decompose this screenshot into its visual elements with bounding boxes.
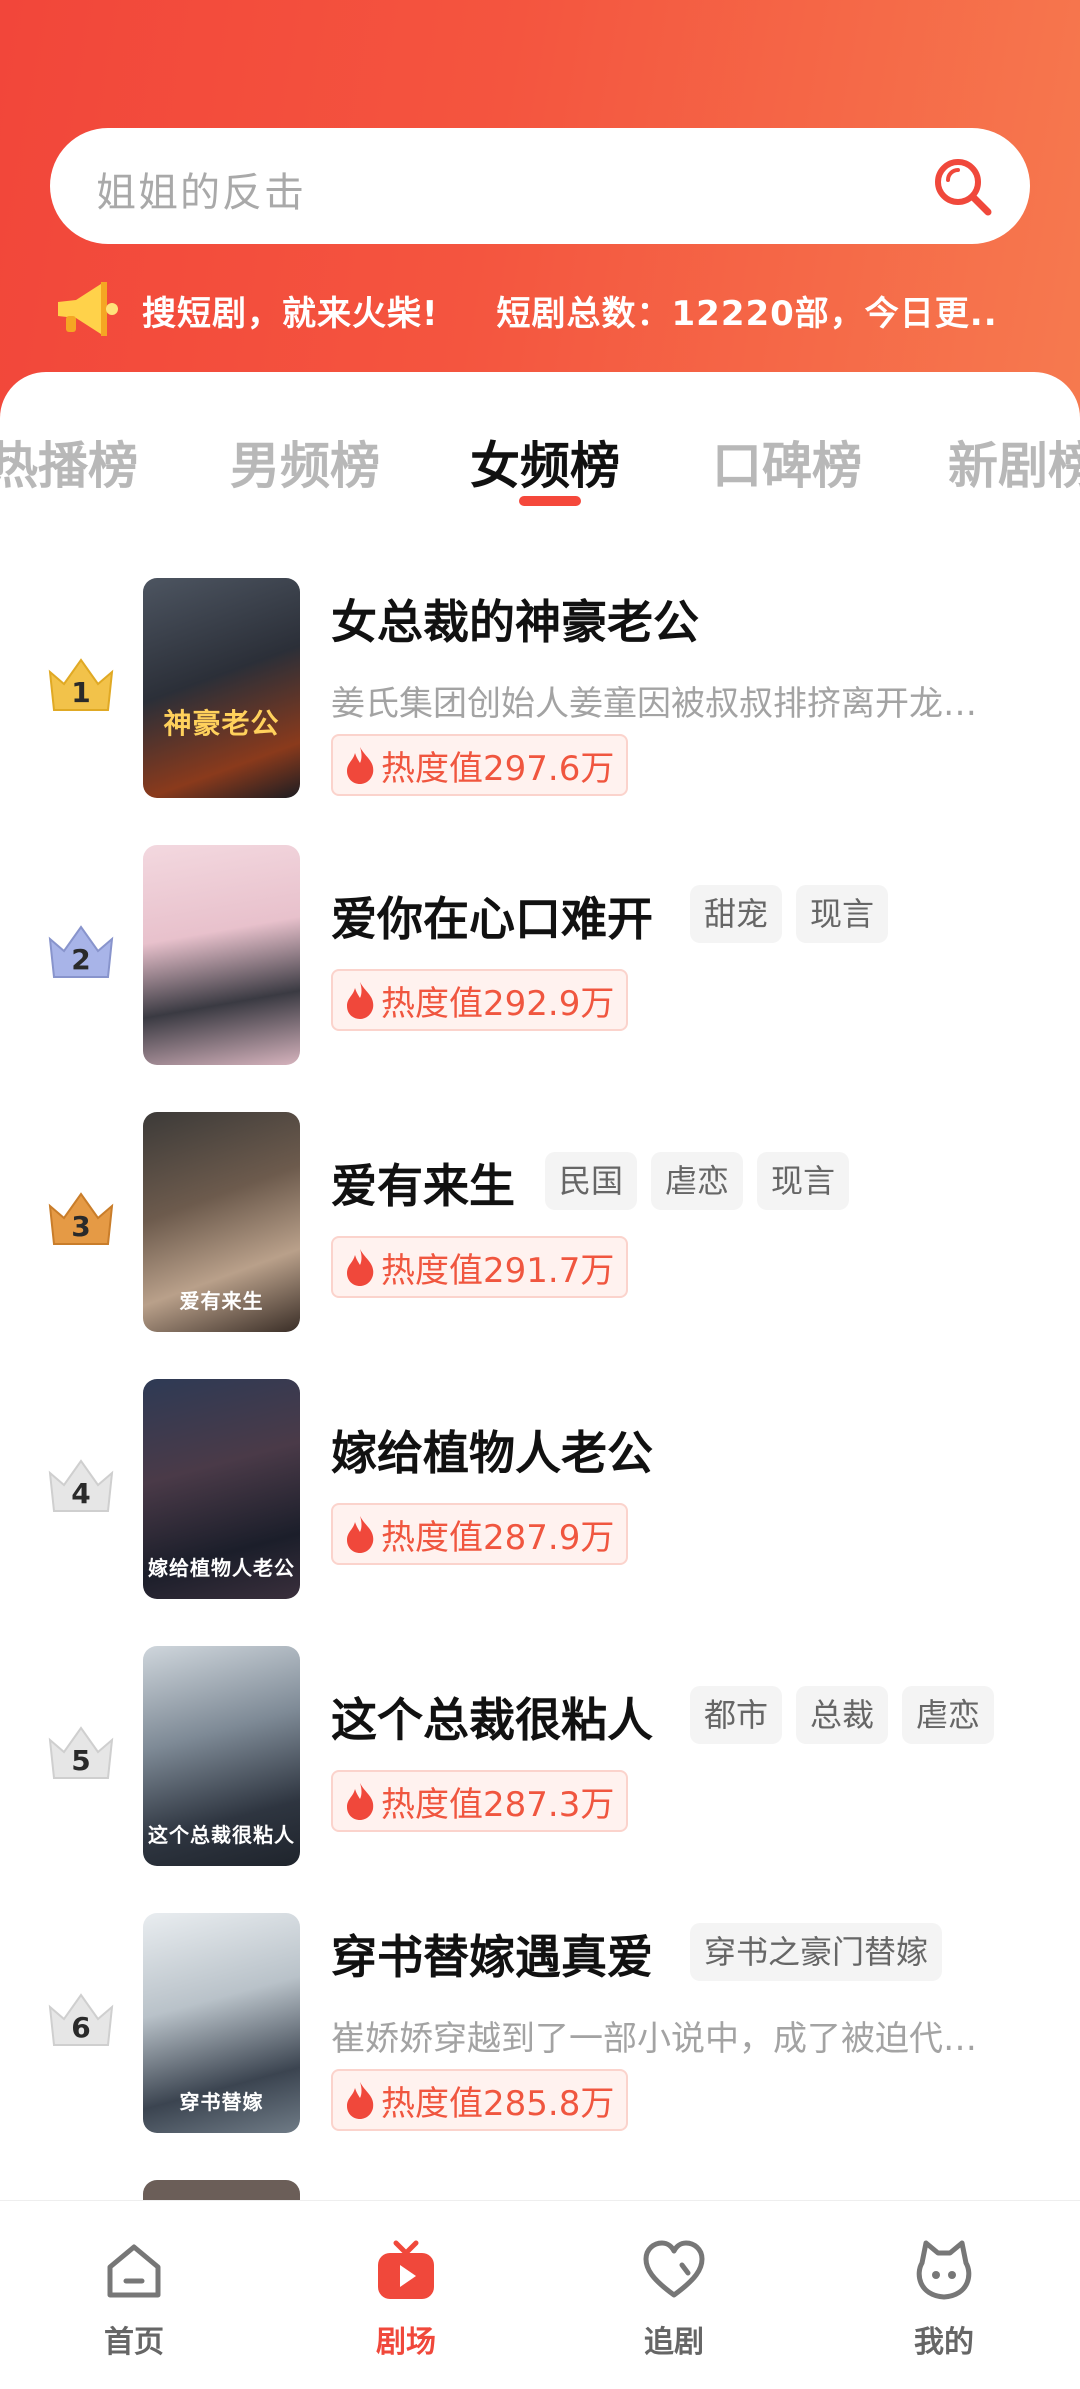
cover-title: 穿书替嫁 (179, 2090, 264, 2114)
heat-badge: 热度值291.7万 (331, 1236, 629, 1298)
tag-list: 民国 虐恋 现言 (545, 1152, 850, 1210)
tag: 总裁 (796, 1686, 889, 1744)
fire-icon (347, 1783, 374, 1820)
drama-title[interactable]: 女总裁的神豪老公 (331, 586, 699, 652)
list-item[interactable]: 1 神豪老公 女总裁的神豪老公 姜氏集团创始人姜童因被叔叔排挤离开龙… 热度值2… (0, 578, 1080, 798)
tab-reputation[interactable]: 口碑榜 (712, 426, 862, 498)
megaphone-icon (58, 282, 118, 336)
heat-value: 热度值287.3万 (381, 1784, 615, 1825)
cover-image[interactable]: 穿书替嫁 (143, 1913, 300, 2133)
tab-male[interactable]: 男频榜 (230, 426, 380, 498)
cover-title: 这个总裁很粘人 (148, 1823, 295, 1847)
cover-image[interactable]: 爱有来生 (143, 1112, 300, 1332)
cover-title: 神豪老公 (163, 707, 280, 740)
cover-image[interactable]: 神豪老公 (143, 578, 300, 798)
fire-icon (347, 1516, 374, 1553)
nav-mine-label: 我的 (914, 2325, 974, 2360)
heat-badge: 热度值297.6万 (331, 734, 629, 796)
fire-icon (347, 747, 374, 784)
rank-badge: 2 (40, 919, 122, 983)
rank-badge: 4 (40, 1453, 122, 1517)
drama-title[interactable]: 嫁给植物人老公 (331, 1417, 653, 1483)
heat-value: 热度值292.9万 (381, 983, 615, 1024)
heat-badge: 热度值292.9万 (331, 969, 629, 1031)
notice-bar: 搜短剧，就来火柴! 短剧总数：12220部，今日更.. (50, 272, 1050, 346)
fire-icon (347, 982, 374, 1019)
drama-title[interactable]: 这个总裁很粘人 (331, 1684, 653, 1750)
cover-title: 嫁给植物人老公 (148, 1556, 295, 1580)
list-item[interactable]: 2 爱你在心口难开 甜宠 现言 热度值292.9万 (0, 845, 1080, 1065)
rank-number: 3 (71, 1210, 91, 1243)
cover-image[interactable]: 这个总裁很粘人 (143, 1646, 300, 1866)
list-item[interactable]: 3 爱有来生 爱有来生 民国 虐恋 现言 热度值291.7万 (0, 1112, 1080, 1332)
notice-text: 搜短剧，就来火柴! 短剧总数：12220部，今日更.. (142, 286, 998, 335)
rank-number: 6 (71, 2011, 91, 2044)
search-placeholder: 姐姐的反击 (96, 170, 306, 216)
tv-play-icon (378, 2240, 434, 2299)
nav-theater[interactable]: 剧场 (336, 2239, 476, 2361)
rank-badge: 6 (40, 1987, 122, 2051)
list-item[interactable]: 4 嫁给植物人老公 嫁给植物人老公 热度值287.9万 (0, 1379, 1080, 1599)
cover-title: 爱有来生 (179, 1289, 264, 1313)
drama-description: 崔娇娇穿越到了一部小说中，成了被迫代… (331, 2019, 977, 2059)
list-item[interactable]: 6 穿书替嫁 穿书替嫁遇真爱 穿书之豪门替嫁 崔娇娇穿越到了一部小说中，成了被迫… (0, 1913, 1080, 2133)
cover-image[interactable]: 嫁给植物人老公 (143, 1379, 300, 1599)
nav-mine[interactable]: 我的 (874, 2239, 1014, 2361)
active-tab-indicator (519, 496, 581, 506)
list-item[interactable]: 5 这个总裁很粘人 这个总裁很粘人 都市 总裁 虐恋 热度值287.3万 (0, 1646, 1080, 1866)
heat-value: 热度值291.7万 (381, 1250, 615, 1291)
drama-title[interactable]: 爱有来生 (331, 1150, 515, 1216)
tag: 现言 (757, 1152, 850, 1210)
rank-badge: 1 (40, 652, 122, 716)
drama-description: 姜氏集团创始人姜童因被叔叔排挤离开龙… (331, 684, 977, 724)
tag: 虐恋 (902, 1686, 995, 1744)
drama-title[interactable]: 穿书替嫁遇真爱 (331, 1921, 653, 1987)
search-icon[interactable] (930, 154, 994, 218)
nav-follow-label: 追剧 (644, 2325, 704, 2360)
tag-list: 都市 总裁 虐恋 (690, 1686, 995, 1744)
heart-icon (643, 2240, 705, 2298)
tag: 虐恋 (651, 1152, 744, 1210)
bottom-nav: 首页 剧场 追剧 我的 (0, 2200, 1080, 2389)
heat-badge: 热度值287.3万 (331, 1770, 629, 1832)
tab-new[interactable]: 新剧榜 (948, 426, 1080, 498)
rank-number: 2 (71, 943, 91, 976)
heat-value: 热度值285.8万 (381, 2083, 615, 2124)
drama-title[interactable]: 爱你在心口难开 (331, 883, 653, 949)
nav-home-label: 首页 (104, 2325, 164, 2360)
notice-slogan: 搜短剧，就来火柴! (142, 294, 439, 334)
rank-number: 1 (71, 676, 91, 709)
search-bar[interactable]: 姐姐的反击 (50, 128, 1030, 244)
fire-icon (347, 2082, 374, 2119)
rank-number: 5 (71, 1744, 91, 1777)
cover-image[interactable] (143, 845, 300, 1065)
notice-stats: 短剧总数：12220部，今日更.. (496, 294, 998, 334)
tag: 都市 (690, 1686, 783, 1744)
heat-badge: 热度值285.8万 (331, 2069, 629, 2131)
tag-list: 甜宠 现言 (690, 885, 889, 943)
fire-icon (347, 1249, 374, 1286)
heat-value: 热度值287.9万 (381, 1517, 615, 1558)
mascot-icon (916, 2240, 972, 2300)
tag: 民国 (545, 1152, 638, 1210)
tag-list: 穿书之豪门替嫁 (690, 1923, 943, 1981)
heat-badge: 热度值287.9万 (331, 1503, 629, 1565)
nav-theater-label: 剧场 (376, 2325, 436, 2360)
rank-badge: 3 (40, 1186, 122, 1250)
tag: 穿书之豪门替嫁 (690, 1923, 943, 1981)
tab-hot[interactable]: 热播榜 (0, 426, 138, 498)
rank-number: 4 (71, 1477, 91, 1510)
home-icon (107, 2244, 161, 2298)
heat-value: 热度值297.6万 (381, 748, 615, 789)
tag: 甜宠 (690, 885, 783, 943)
tab-female[interactable]: 女频榜 (470, 426, 620, 498)
nav-follow[interactable]: 追剧 (604, 2239, 744, 2361)
nav-home[interactable]: 首页 (64, 2239, 204, 2361)
tag: 现言 (796, 885, 889, 943)
rank-badge: 5 (40, 1720, 122, 1784)
